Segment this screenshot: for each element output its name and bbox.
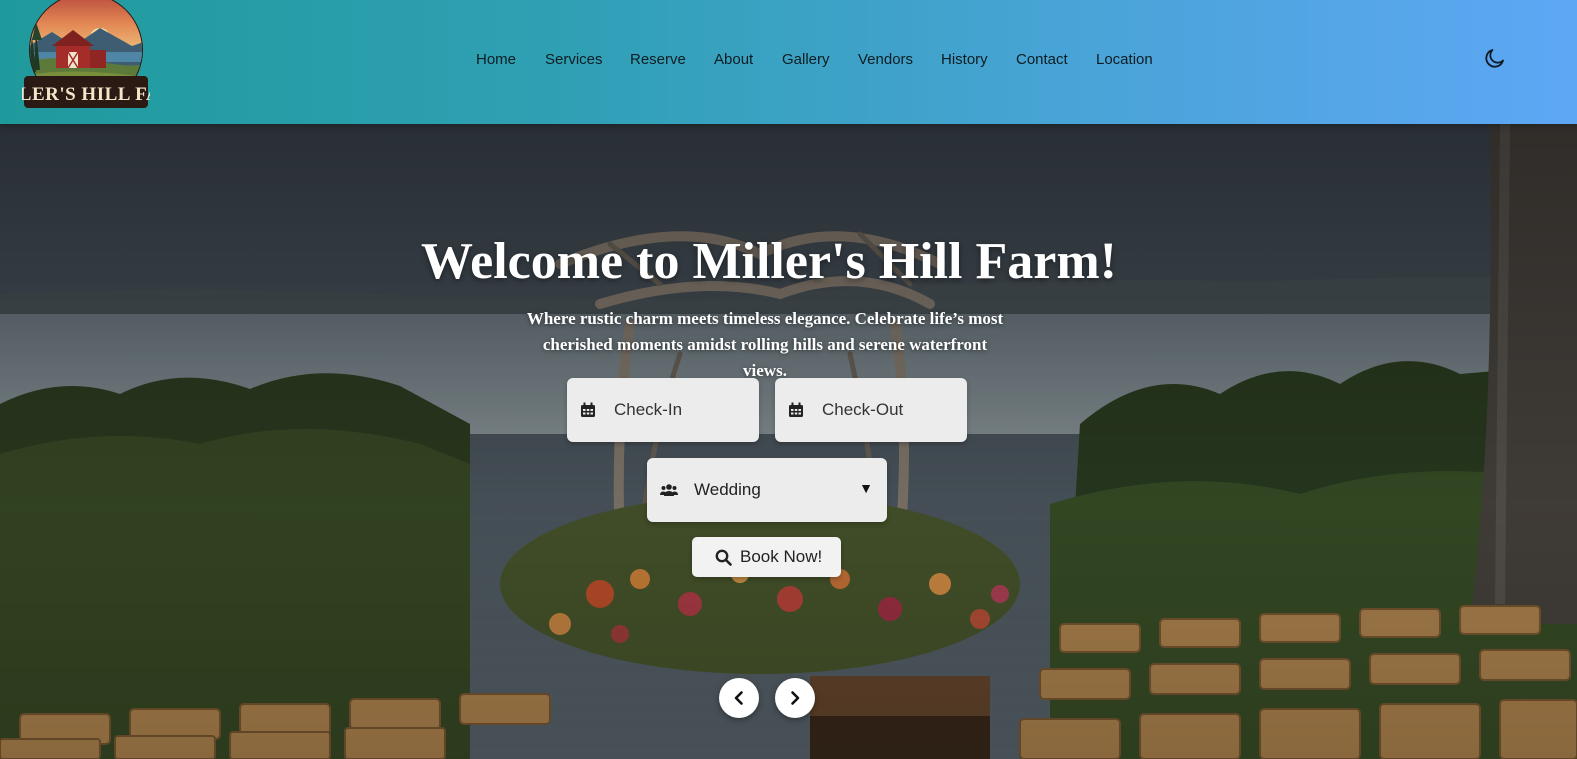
calendar-icon: [581, 402, 595, 417]
chevron-right-icon: [791, 691, 800, 705]
nav-about[interactable]: About: [714, 50, 753, 70]
checkout-input[interactable]: [822, 399, 952, 421]
users-icon: [660, 484, 678, 496]
carousel-prev-button[interactable]: [719, 678, 759, 718]
nav-location[interactable]: Location: [1096, 50, 1153, 70]
nav-gallery[interactable]: Gallery: [782, 50, 830, 70]
nav-contact[interactable]: Contact: [1016, 50, 1068, 70]
nav-home[interactable]: Home: [476, 50, 516, 70]
hero-section: Welcome to Miller's Hill Farm! Where rus…: [0, 124, 1577, 759]
calendar-icon: [789, 402, 803, 417]
hero-title: Welcome to Miller's Hill Farm!: [421, 233, 1117, 290]
nav-vendors[interactable]: Vendors: [858, 50, 913, 70]
site-header: MILLER'S HILL FARM Home Services Reserve…: [0, 0, 1577, 124]
nav-history[interactable]: History: [941, 50, 988, 70]
event-type-select[interactable]: Wedding ▼: [647, 458, 887, 522]
carousel-next-button[interactable]: [775, 678, 815, 718]
main-nav: Home Services Reserve About Gallery Vend…: [0, 0, 1577, 120]
search-icon: [715, 549, 732, 566]
checkin-input[interactable]: [614, 399, 744, 421]
hero-subtitle: Where rustic charm meets timeless elegan…: [526, 309, 1004, 380]
checkout-field[interactable]: [775, 378, 967, 442]
checkin-field[interactable]: [567, 378, 759, 442]
nav-services[interactable]: Services: [545, 50, 603, 70]
nav-reserve[interactable]: Reserve: [630, 50, 686, 70]
moon-icon[interactable]: [1483, 46, 1507, 70]
event-type-value: Wedding: [694, 480, 761, 499]
book-now-button[interactable]: Book Now!: [692, 537, 841, 577]
dropdown-arrow-icon: ▼: [859, 480, 873, 496]
book-now-label: Book Now!: [740, 547, 823, 566]
chevron-left-icon: [734, 691, 743, 705]
